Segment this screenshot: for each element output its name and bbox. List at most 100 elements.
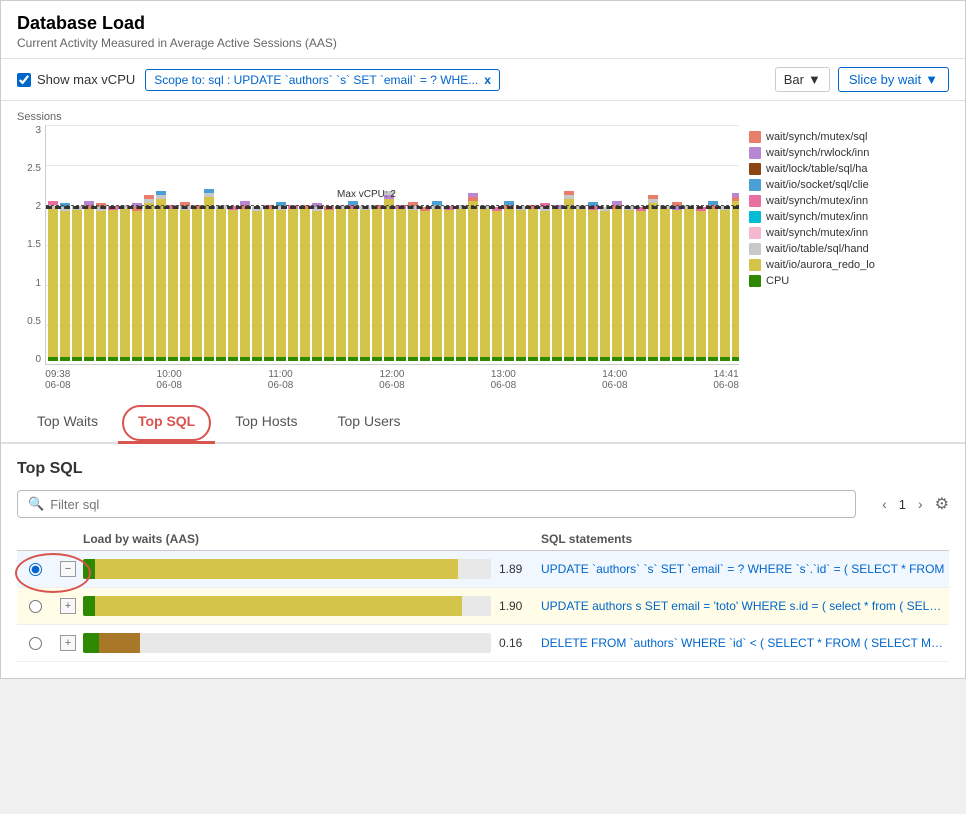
legend-label-8: wait/io/aurora_redo_lo (766, 259, 875, 271)
search-icon: 🔍 (28, 496, 44, 512)
legend-label-3: wait/io/socket/sql/clie (766, 179, 869, 191)
slice-by-label: Slice by wait (849, 72, 921, 87)
col-sql-header: SQL statements (541, 532, 949, 546)
legend-color-8 (749, 259, 761, 271)
legend-item-9: CPU (749, 275, 949, 287)
legend-color-1 (749, 147, 761, 159)
col-expand-header (53, 532, 83, 546)
pagination-controls: ‹ 1 › ⚙ (876, 494, 949, 514)
chart-type-select[interactable]: Bar ▼ (775, 67, 830, 92)
expand-button-1[interactable]: + (60, 598, 76, 614)
scope-badge[interactable]: Scope to: sql : UPDATE `authors` `s` SET… (145, 69, 500, 91)
legend-color-3 (749, 179, 761, 191)
page-title: Database Load (17, 13, 949, 34)
col-value-header (491, 532, 541, 546)
legend-label-6: wait/synch/mutex/inn (766, 227, 868, 239)
tab-top-users-label: Top Users (338, 413, 401, 429)
chart-main: Sessions 3 2.5 2 1.5 1 0.5 0 (17, 111, 739, 391)
value-0: 1.89 (491, 562, 541, 576)
row-1-radio[interactable] (29, 600, 42, 613)
bar-chart (46, 125, 739, 365)
sql-text-2[interactable]: DELETE FROM `authors` WHERE `id` < ( SEL… (541, 636, 949, 650)
legend-item-7: wait/io/table/sql/hand (749, 243, 949, 255)
legend-item-1: wait/synch/rwlock/inn (749, 147, 949, 159)
top-sql-title: Top SQL (17, 460, 949, 478)
y-tick-1: 1 (35, 278, 41, 289)
legend-label-5: wait/synch/mutex/inn (766, 211, 868, 223)
legend-item-2: wait/lock/table/sql/ha (749, 163, 949, 175)
legend-label-1: wait/synch/rwlock/inn (766, 147, 869, 159)
tab-top-waits[interactable]: Top Waits (17, 401, 118, 444)
bar-cell-1 (83, 596, 491, 616)
sql-filter-box[interactable]: 🔍 (17, 490, 856, 518)
expand-cell-0[interactable]: − (53, 561, 83, 577)
tab-top-sql[interactable]: Top SQL (118, 401, 215, 444)
tabs-bar: Top Waits Top SQL Top Hosts Top Users (1, 401, 965, 444)
y-tick-1-5: 1.5 (27, 239, 41, 250)
col-load-header: Load by waits (AAS) (83, 532, 491, 546)
page-number: 1 (899, 497, 906, 512)
x-tick-3: 11:0006-08 (268, 369, 294, 391)
legend-label-0: wait/synch/mutex/sql (766, 131, 867, 143)
legend-label-4: wait/synch/mutex/inn (766, 195, 868, 207)
dropdown-arrow-icon: ▼ (808, 72, 821, 87)
y-tick-0: 0 (35, 354, 41, 365)
expand-button-2[interactable]: + (60, 635, 76, 651)
tab-top-sql-label: Top SQL (138, 413, 195, 429)
sql-filter-input[interactable] (50, 497, 845, 512)
x-tick-7: 14:4106-08 (713, 369, 739, 391)
scope-close-button[interactable]: x (484, 73, 491, 87)
x-tick-1: 09:3806-08 (45, 369, 71, 391)
table-header: Load by waits (AAS) SQL statements (17, 528, 949, 551)
value-2: 0.16 (491, 636, 541, 650)
tab-top-waits-label: Top Waits (37, 413, 98, 429)
table-row: + 0.16 DELETE FROM `authors` WHERE `id` … (17, 625, 949, 662)
radio-cell-1[interactable] (17, 600, 53, 613)
sql-text-0[interactable]: UPDATE `authors` `s` SET `email` = ? WHE… (541, 562, 949, 576)
legend-item-8: wait/io/aurora_redo_lo (749, 259, 949, 271)
x-tick-4: 12:0006-08 (379, 369, 405, 391)
max-vcpu-label: Max vCPU: 2 (337, 189, 396, 200)
legend-label-9: CPU (766, 275, 789, 287)
row-2-radio[interactable] (29, 637, 42, 650)
legend-item-5: wait/synch/mutex/inn (749, 211, 949, 223)
prev-page-button[interactable]: ‹ (876, 494, 893, 514)
chart-type-value: Bar (784, 72, 804, 87)
legend-label-2: wait/lock/table/sql/ha (766, 163, 868, 175)
radio-cell-2[interactable] (17, 637, 53, 650)
y-tick-2: 2 (35, 201, 41, 212)
scope-text: Scope to: sql : UPDATE `authors` `s` SET… (154, 73, 478, 87)
y-tick-3: 3 (35, 125, 41, 136)
table-row: − 1.89 UPDATE `authors` `s` SET `email` … (17, 551, 949, 588)
expand-cell-1[interactable]: + (53, 598, 83, 614)
legend-color-0 (749, 131, 761, 143)
slice-by-wait-button[interactable]: Slice by wait ▼ (838, 67, 949, 92)
next-page-button[interactable]: › (912, 494, 929, 514)
tab-top-users[interactable]: Top Users (318, 401, 421, 444)
legend-color-2 (749, 163, 761, 175)
x-tick-6: 14:0006-08 (602, 369, 628, 391)
top-sql-section: Top SQL 🔍 ‹ 1 › ⚙ Load by waits (AAS) SQ… (1, 444, 965, 678)
chart-area: Sessions 3 2.5 2 1.5 1 0.5 0 (1, 101, 965, 401)
toolbar-right: Bar ▼ Slice by wait ▼ (775, 67, 949, 92)
tab-top-hosts[interactable]: Top Hosts (215, 401, 317, 444)
row-0-radio[interactable] (29, 563, 42, 576)
legend-item-0: wait/synch/mutex/sql (749, 131, 949, 143)
legend-item-4: wait/synch/mutex/inn (749, 195, 949, 207)
slice-dropdown-icon: ▼ (925, 72, 938, 87)
bar-cell-0 (83, 559, 491, 579)
page-subtitle: Current Activity Measured in Average Act… (17, 36, 949, 50)
vcpu-checkbox-input[interactable] (17, 73, 31, 87)
show-max-vcpu-checkbox[interactable]: Show max vCPU (17, 72, 135, 87)
table-row: + 1.90 UPDATE authors s SET email = 'tot… (17, 588, 949, 625)
page-header: Database Load Current Activity Measured … (1, 1, 965, 59)
expand-cell-2[interactable]: + (53, 635, 83, 651)
y-tick-2-5: 2.5 (27, 163, 41, 174)
expand-button-0[interactable]: − (60, 561, 76, 577)
radio-cell-0[interactable] (17, 563, 53, 576)
legend-item-6: wait/synch/mutex/inn (749, 227, 949, 239)
chart-legend: wait/synch/mutex/sql wait/synch/rwlock/i… (749, 111, 949, 391)
settings-icon[interactable]: ⚙ (935, 494, 949, 514)
legend-color-6 (749, 227, 761, 239)
sql-text-1[interactable]: UPDATE authors s SET email = 'toto' WHER… (541, 599, 949, 613)
